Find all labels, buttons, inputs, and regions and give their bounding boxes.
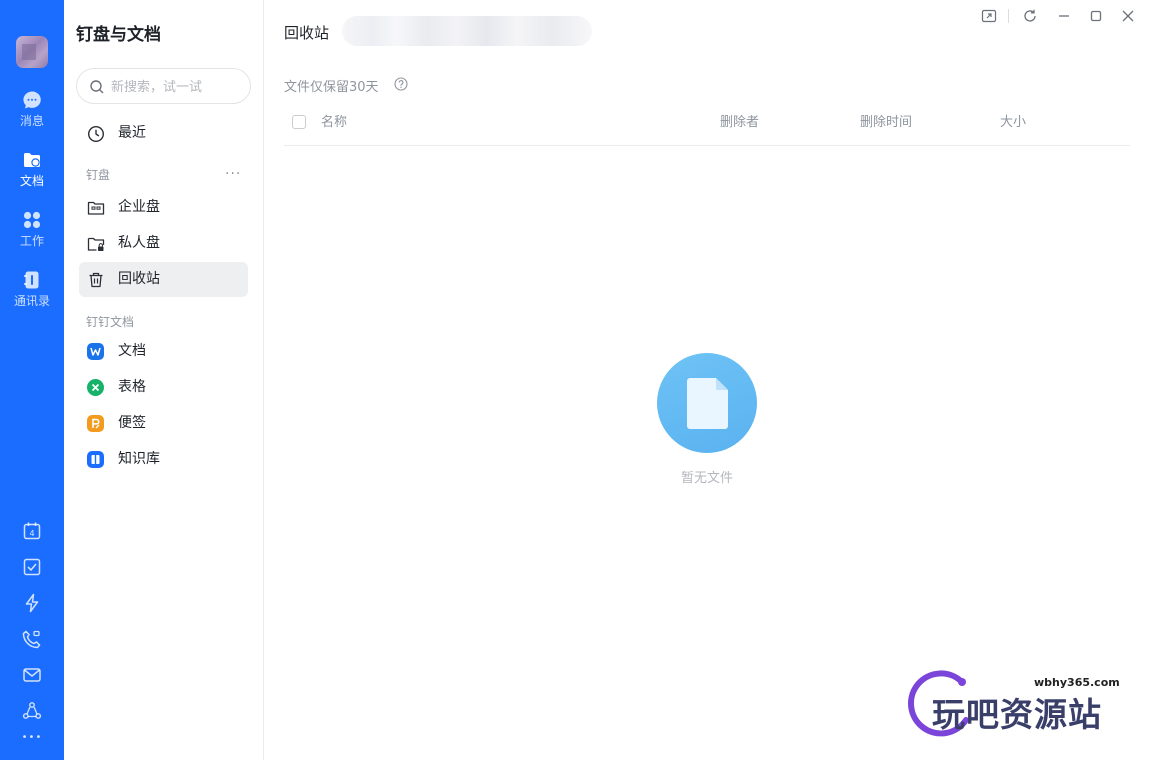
help-icon[interactable] [394,77,408,91]
nav-item-label: 知识库 [118,451,160,467]
column-size[interactable]: 大小 [1000,111,1026,130]
select-all-checkbox[interactable] [292,115,306,129]
empty-state-text: 暂无文件 [680,471,733,486]
private-drive-icon [87,237,105,251]
nav-item-recent[interactable]: 最近 [79,116,248,151]
minimize-icon[interactable] [1056,8,1072,24]
nav-panel: 钉盘与文档 最近 钉盘 ··· 企业盘 私人盘 [64,0,264,760]
nav-item-label: 表格 [118,379,146,395]
rail-item-contacts[interactable]: 通讯录 [0,270,64,320]
folder-icon [24,153,40,167]
retention-hint: 文件仅保留30天 [284,80,379,95]
search-input[interactable] [111,77,241,97]
rail-label: 消息 [19,114,44,128]
nav-item-label: 文档 [118,343,146,359]
enterprise-drive-icon [87,201,105,215]
nav-item-note[interactable]: 便签 [79,406,248,441]
nav-item-label: 企业盘 [118,199,160,215]
knowledge-base-icon [87,451,104,468]
video-call-icon[interactable] [22,629,42,649]
contacts-icon [24,271,39,289]
todo-icon[interactable] [22,557,42,577]
search-icon [90,80,104,94]
search-box[interactable] [76,68,251,104]
note-icon [87,415,104,432]
nav-item-label: 私人盘 [118,235,160,251]
section-docs: 钉钉文档 [86,315,135,329]
blurred-banner [342,16,592,46]
column-deleted-by[interactable]: 删除者 [720,111,759,130]
nav-item-knowledge-base[interactable]: 知识库 [79,442,248,477]
section-drive: 钉盘 [86,168,111,182]
divider [1008,9,1009,23]
trash-icon [89,272,103,288]
rail-item-docs[interactable]: 文档 [0,150,64,200]
doc-icon [87,343,104,360]
close-icon[interactable] [1120,8,1136,24]
calendar-icon[interactable]: 4 [22,521,42,541]
nav-item-label: 回收站 [118,271,160,287]
refresh-icon[interactable] [1022,8,1038,24]
clock-icon [87,125,105,143]
nav-item-sheet[interactable]: 表格 [79,370,248,405]
mail-icon[interactable] [22,665,42,685]
maximize-icon[interactable] [1088,8,1104,24]
app-rail: 消息 文档 工作 通讯录 4 ••• [0,0,64,760]
main-panel: 回收站 文件仅保留30天 名称 删除者 删除时间 大小 暂无文件 wbhy365… [264,0,1149,760]
drive-more-button[interactable]: ··· [225,166,241,182]
rail-label: 通讯录 [13,294,50,308]
rail-label: 文档 [19,174,44,188]
chat-icon [23,91,41,109]
screenshot-icon[interactable] [981,8,997,24]
calendar-day: 4 [29,529,34,538]
nav-item-label: 便签 [118,415,146,431]
nav-item-enterprise-drive[interactable]: 企业盘 [79,190,248,225]
apps-icon [23,211,41,229]
rail-item-messages[interactable]: 消息 [0,90,64,140]
more-icon[interactable]: ••• [0,732,64,743]
network-icon[interactable] [22,701,42,721]
empty-file-icon [687,378,728,429]
nav-item-label: 最近 [118,125,146,141]
column-name[interactable]: 名称 [321,111,347,130]
table-header: 名称 删除者 删除时间 大小 [284,104,1130,146]
watermark-text: 玩吧资源站 [932,695,1102,734]
avatar[interactable] [16,36,48,68]
rail-item-work[interactable]: 工作 [0,210,64,260]
flash-icon[interactable] [22,593,42,613]
nav-title: 钉盘与文档 [76,25,161,45]
nav-item-doc[interactable]: 文档 [79,334,248,369]
column-deleted-time[interactable]: 删除时间 [860,111,912,130]
breadcrumb: 回收站 [284,24,330,42]
sheet-icon [87,379,104,396]
nav-item-trash[interactable]: 回收站 [79,262,248,297]
nav-item-private-drive[interactable]: 私人盘 [79,226,248,261]
rail-label: 工作 [19,234,44,248]
